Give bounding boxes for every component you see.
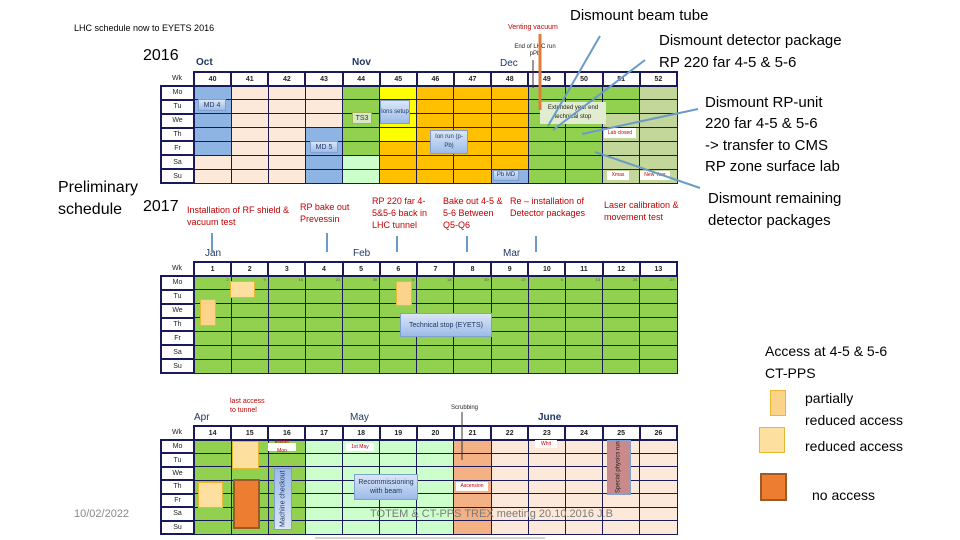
arrows-overlay	[211, 34, 701, 539]
legend-title-1: Access at 4-5 & 5-6	[765, 343, 888, 359]
legend-partial-1: partially	[805, 390, 854, 406]
legend-title-2: CT-PPS	[765, 365, 816, 381]
legend-partial-2: reduced access	[805, 412, 904, 428]
legend-none-swatch	[760, 473, 787, 501]
footer-date: 10/02/2022	[74, 508, 130, 520]
legend-none: no access	[812, 487, 876, 503]
legend-partial-swatch	[770, 390, 786, 416]
arrow-beam-tube	[547, 35, 601, 127]
arrow-rp-unit	[581, 108, 699, 135]
legend-reduced: reduced access	[805, 438, 904, 454]
arrow-remaining	[594, 151, 701, 189]
legend-reduced-swatch	[759, 427, 785, 453]
footer-meeting: TOTEM & CT-PPS TREX meeting 20.10.2016 J…	[370, 508, 613, 520]
